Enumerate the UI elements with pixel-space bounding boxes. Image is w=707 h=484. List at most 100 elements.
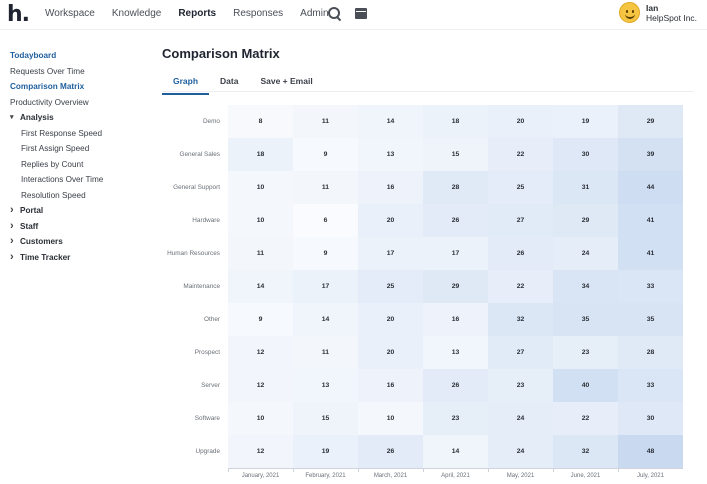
heatmap-cell[interactable]: 20 bbox=[358, 336, 423, 369]
heatmap-cell[interactable]: 30 bbox=[618, 402, 683, 435]
heatmap-cell[interactable]: 10 bbox=[358, 402, 423, 435]
heatmap-cell[interactable]: 14 bbox=[293, 303, 358, 336]
heatmap-cell[interactable]: 11 bbox=[293, 336, 358, 369]
heatmap-cell[interactable]: 14 bbox=[228, 270, 293, 303]
sidebar-item-replies-by-count[interactable]: Replies by Count bbox=[10, 157, 155, 173]
sidebar-item-analysis[interactable]: ▾ Analysis bbox=[10, 110, 155, 126]
heatmap-cell[interactable]: 18 bbox=[228, 138, 293, 171]
heatmap-cell[interactable]: 25 bbox=[358, 270, 423, 303]
nav-responses[interactable]: Responses bbox=[233, 8, 283, 19]
heatmap-cell[interactable]: 17 bbox=[293, 270, 358, 303]
sidebar-item-todayboard[interactable]: Todayboard bbox=[10, 48, 155, 64]
heatmap-cell[interactable]: 9 bbox=[228, 303, 293, 336]
sidebar-item-staff[interactable]: › Staff bbox=[10, 219, 155, 235]
nav-knowledge[interactable]: Knowledge bbox=[112, 8, 161, 19]
heatmap-cell[interactable]: 11 bbox=[228, 237, 293, 270]
sidebar-item-customers[interactable]: › Customers bbox=[10, 234, 155, 250]
heatmap-cell[interactable]: 9 bbox=[293, 237, 358, 270]
heatmap-cell[interactable]: 19 bbox=[553, 105, 618, 138]
heatmap-cell[interactable]: 14 bbox=[423, 435, 488, 468]
heatmap-cell[interactable]: 22 bbox=[553, 402, 618, 435]
heatmap-cell[interactable]: 29 bbox=[553, 204, 618, 237]
heatmap-cell[interactable]: 18 bbox=[423, 105, 488, 138]
heatmap-cell[interactable]: 16 bbox=[358, 369, 423, 402]
heatmap-cell[interactable]: 16 bbox=[423, 303, 488, 336]
nav-workspace[interactable]: Workspace bbox=[45, 8, 95, 19]
heatmap-cell[interactable]: 8 bbox=[228, 105, 293, 138]
heatmap-cell[interactable]: 28 bbox=[423, 171, 488, 204]
heatmap-cell[interactable]: 33 bbox=[618, 270, 683, 303]
helpspot-logo[interactable]: h. bbox=[7, 2, 30, 27]
nav-reports[interactable]: Reports bbox=[178, 8, 216, 19]
heatmap-cell[interactable]: 23 bbox=[423, 402, 488, 435]
heatmap-cell[interactable]: 30 bbox=[553, 138, 618, 171]
heatmap-cell[interactable]: 44 bbox=[618, 171, 683, 204]
sidebar-item-portal[interactable]: › Portal bbox=[10, 203, 155, 219]
heatmap-cell[interactable]: 12 bbox=[228, 435, 293, 468]
nav-admin[interactable]: Admin bbox=[300, 8, 328, 19]
heatmap-cell[interactable]: 27 bbox=[488, 204, 553, 237]
heatmap-cell[interactable]: 33 bbox=[618, 369, 683, 402]
heatmap-cell[interactable]: 11 bbox=[293, 105, 358, 138]
heatmap-cell[interactable]: 24 bbox=[553, 237, 618, 270]
heatmap-cell[interactable]: 10 bbox=[228, 171, 293, 204]
heatmap-cell[interactable]: 29 bbox=[618, 105, 683, 138]
heatmap-cell[interactable]: 28 bbox=[618, 336, 683, 369]
heatmap-cell[interactable]: 13 bbox=[358, 138, 423, 171]
heatmap-cell[interactable]: 12 bbox=[228, 336, 293, 369]
sidebar-item-requests-over-time[interactable]: Requests Over Time bbox=[10, 64, 155, 80]
heatmap-cell[interactable]: 26 bbox=[423, 369, 488, 402]
heatmap-cell[interactable]: 41 bbox=[618, 237, 683, 270]
avatar[interactable] bbox=[619, 2, 640, 23]
sidebar-item-time-tracker[interactable]: › Time Tracker bbox=[10, 250, 155, 266]
heatmap-cell[interactable]: 13 bbox=[293, 369, 358, 402]
sidebar-item-first-assign-speed[interactable]: First Assign Speed bbox=[10, 141, 155, 157]
sidebar-item-comparison-matrix[interactable]: Comparison Matrix bbox=[10, 79, 155, 95]
heatmap-cell[interactable]: 24 bbox=[488, 402, 553, 435]
heatmap-cell[interactable]: 39 bbox=[618, 138, 683, 171]
heatmap-cell[interactable]: 32 bbox=[488, 303, 553, 336]
heatmap-cell[interactable]: 15 bbox=[423, 138, 488, 171]
heatmap-cell[interactable]: 13 bbox=[423, 336, 488, 369]
heatmap-cell[interactable]: 23 bbox=[488, 369, 553, 402]
heatmap-cell[interactable]: 19 bbox=[293, 435, 358, 468]
heatmap-cell[interactable]: 10 bbox=[228, 402, 293, 435]
heatmap-cell[interactable]: 17 bbox=[423, 237, 488, 270]
heatmap-cell[interactable]: 9 bbox=[293, 138, 358, 171]
search-icon[interactable] bbox=[328, 7, 341, 20]
heatmap-cell[interactable]: 34 bbox=[553, 270, 618, 303]
heatmap-cell[interactable]: 32 bbox=[553, 435, 618, 468]
heatmap-cell[interactable]: 31 bbox=[553, 171, 618, 204]
heatmap-cell[interactable]: 20 bbox=[358, 204, 423, 237]
heatmap-cell[interactable]: 12 bbox=[228, 369, 293, 402]
heatmap-cell[interactable]: 20 bbox=[488, 105, 553, 138]
heatmap-cell[interactable]: 10 bbox=[228, 204, 293, 237]
sidebar-item-interactions-over-time[interactable]: Interactions Over Time bbox=[10, 172, 155, 188]
sidebar-item-first-response-speed[interactable]: First Response Speed bbox=[10, 126, 155, 142]
heatmap-cell[interactable]: 17 bbox=[358, 237, 423, 270]
heatmap-cell[interactable]: 26 bbox=[358, 435, 423, 468]
heatmap-cell[interactable]: 26 bbox=[423, 204, 488, 237]
heatmap-cell[interactable]: 27 bbox=[488, 336, 553, 369]
heatmap-cell[interactable]: 48 bbox=[618, 435, 683, 468]
heatmap-cell[interactable]: 25 bbox=[488, 171, 553, 204]
heatmap-cell[interactable]: 35 bbox=[618, 303, 683, 336]
heatmap-cell[interactable]: 11 bbox=[293, 171, 358, 204]
sidebar-item-resolution-speed[interactable]: Resolution Speed bbox=[10, 188, 155, 204]
heatmap-cell[interactable]: 6 bbox=[293, 204, 358, 237]
heatmap-cell[interactable]: 22 bbox=[488, 270, 553, 303]
heatmap-cell[interactable]: 35 bbox=[553, 303, 618, 336]
heatmap-cell[interactable]: 24 bbox=[488, 435, 553, 468]
heatmap-cell[interactable]: 40 bbox=[553, 369, 618, 402]
heatmap-cell[interactable]: 23 bbox=[553, 336, 618, 369]
inbox-icon[interactable] bbox=[355, 8, 367, 19]
heatmap-cell[interactable]: 41 bbox=[618, 204, 683, 237]
heatmap-cell[interactable]: 29 bbox=[423, 270, 488, 303]
heatmap-cell[interactable]: 22 bbox=[488, 138, 553, 171]
heatmap-cell[interactable]: 15 bbox=[293, 402, 358, 435]
heatmap-cell[interactable]: 16 bbox=[358, 171, 423, 204]
heatmap-cell[interactable]: 26 bbox=[488, 237, 553, 270]
heatmap-cell[interactable]: 14 bbox=[358, 105, 423, 138]
sidebar-item-productivity-overview[interactable]: Productivity Overview bbox=[10, 95, 155, 111]
user-menu[interactable]: Ian HelpSpot Inc. bbox=[619, 2, 697, 23]
